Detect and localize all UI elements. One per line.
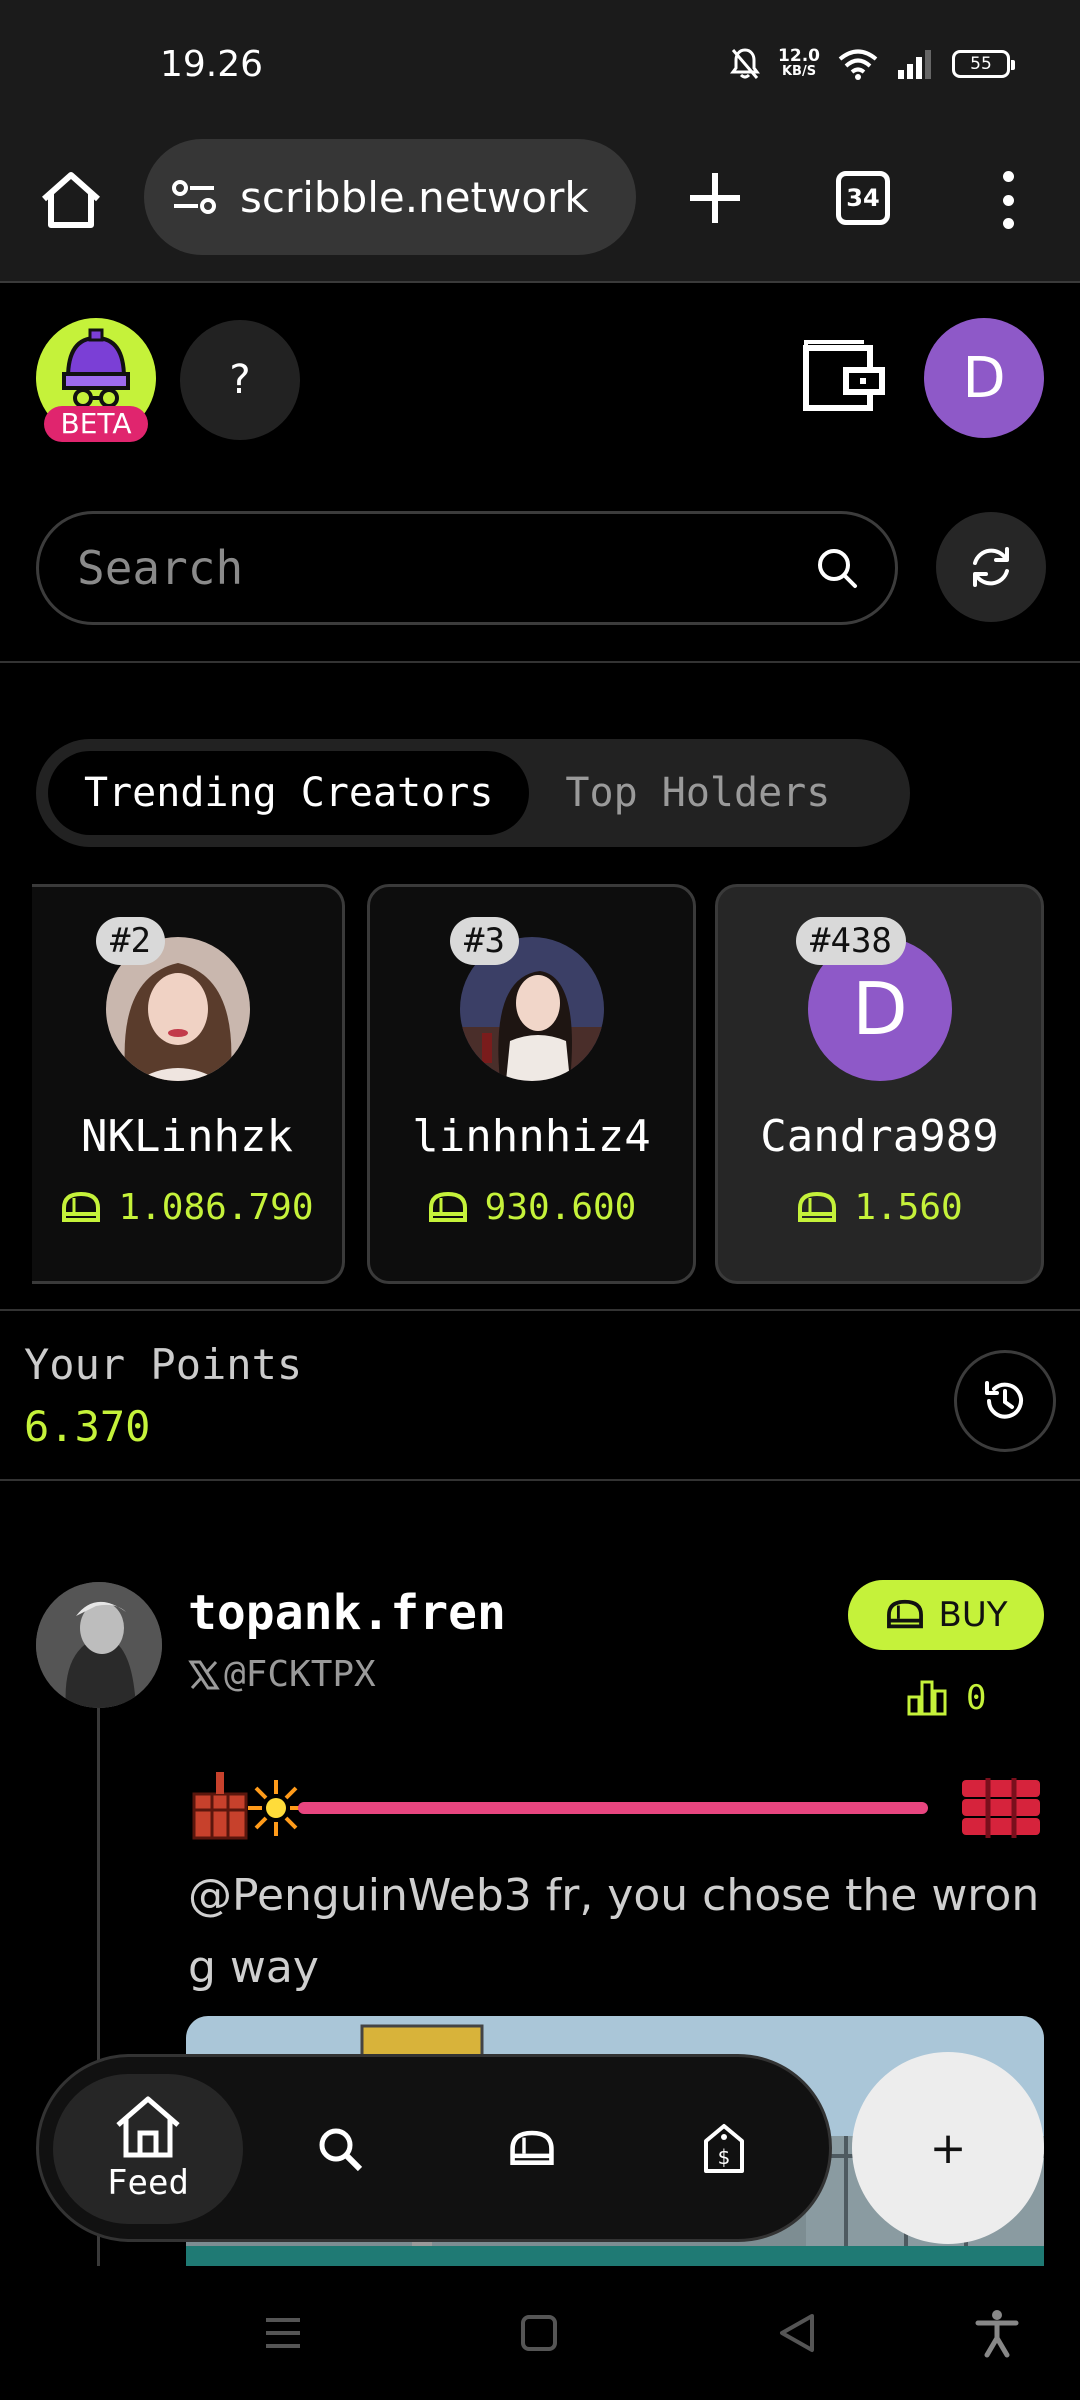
recents-icon[interactable]	[258, 2308, 308, 2358]
divider	[0, 1309, 1080, 1311]
buy-label: BUY	[938, 1595, 1008, 1635]
post-text: @PenguinWeb3 fr, you chose the wrong way	[188, 1870, 1040, 1993]
points-history-button[interactable]	[954, 1350, 1056, 1452]
rank-badge: #3	[450, 917, 519, 965]
wallet-icon[interactable]	[800, 338, 890, 418]
browser-menu-icon[interactable]	[990, 165, 1026, 235]
url-text: scribble.network	[240, 172, 589, 222]
signal-icon	[898, 50, 931, 79]
search-icon[interactable]	[815, 546, 859, 590]
home-button-icon[interactable]	[514, 2308, 564, 2358]
your-points-label: Your Points	[24, 1340, 303, 1389]
beta-badge: BETA	[44, 406, 148, 442]
network-speed-value: 12.0	[778, 46, 820, 66]
creator-points: 1.560	[718, 1187, 1041, 1228]
back-icon[interactable]	[772, 2308, 822, 2358]
tab-top-holders[interactable]: Top Holders	[529, 751, 866, 835]
status-time: 19.26	[160, 44, 264, 85]
holders-count: 0	[906, 1678, 986, 1718]
status-bar: 19.26 12.0 KB/S 55	[0, 0, 1080, 135]
post-author-name[interactable]: topank.fren	[188, 1585, 506, 1641]
beanie-icon	[886, 1599, 923, 1629]
help-button[interactable]: ?	[180, 320, 300, 440]
nav-rewards[interactable]: $	[629, 2074, 819, 2224]
tab-group: Trending Creators Top Holders	[36, 739, 910, 847]
home-icon[interactable]	[36, 165, 106, 235]
history-icon	[985, 1381, 1023, 1419]
refresh-button[interactable]	[936, 512, 1046, 622]
post-handle[interactable]: @FCKTPX	[188, 1654, 376, 1695]
creator-points: 930.600	[370, 1187, 693, 1228]
beanie-icon	[798, 1191, 837, 1222]
creator-cards: #2 NKLinhzk 1.086.790 #3 linhnhiz4 930.6…	[32, 884, 1044, 1284]
divider	[0, 1479, 1080, 1481]
bell-muted-icon	[730, 48, 761, 79]
creator-card[interactable]: #3 linhnhiz4 930.600	[367, 884, 696, 1284]
creator-name: NKLinhzk	[81, 1111, 293, 1162]
beanie-icon	[428, 1191, 467, 1222]
beanie-icon	[62, 1191, 101, 1222]
tab-switcher-button[interactable]: 34	[836, 171, 890, 225]
fuse-timer	[188, 1766, 1044, 1850]
search-icon	[319, 2128, 363, 2172]
wifi-icon	[838, 49, 878, 80]
accessibility-icon[interactable]	[972, 2308, 1022, 2358]
buy-button[interactable]: BUY	[848, 1580, 1044, 1650]
search-box	[36, 511, 898, 625]
creator-points-value: 1.560	[854, 1187, 963, 1228]
spark-icon	[248, 1780, 304, 1836]
nav-explore[interactable]	[245, 2074, 435, 2224]
post-handle-text: @FCKTPX	[224, 1654, 376, 1695]
address-bar[interactable]: scribble.network	[144, 139, 636, 255]
search-input[interactable]	[77, 541, 815, 595]
network-speed-unit: KB/S	[781, 64, 817, 79]
beanie-icon	[510, 2130, 554, 2165]
nav-holdings[interactable]	[437, 2074, 627, 2224]
creator-name: Candra989	[760, 1111, 999, 1162]
fuse-progress-bar	[298, 1802, 928, 1814]
app-logo[interactable]: BETA	[36, 318, 156, 442]
dynamite-icon	[192, 1772, 248, 1840]
creator-name: linhnhiz4	[412, 1111, 651, 1162]
bar-chart-icon	[907, 1680, 947, 1716]
x-logo-icon	[188, 1660, 220, 1689]
creator-points: 1.086.790	[32, 1187, 342, 1228]
new-tab-icon[interactable]	[680, 163, 750, 233]
nav-feed[interactable]: Feed	[53, 2074, 243, 2224]
rank-badge: #438	[796, 917, 906, 965]
browser-toolbar: scribble.network 34	[0, 135, 1080, 283]
creator-points-value: 930.600	[484, 1187, 637, 1228]
holders-count-value: 0	[966, 1678, 987, 1718]
battery-indicator: 55	[952, 50, 1015, 78]
rank-badge: #2	[96, 917, 165, 965]
site-settings-icon[interactable]	[170, 177, 218, 217]
home-icon	[116, 2096, 180, 2158]
system-nav-bar	[0, 2266, 1080, 2400]
network-speed: 12.0 KB/S	[778, 48, 820, 80]
price-tag-icon: $	[704, 2124, 744, 2173]
creator-card[interactable]: #2 NKLinhzk 1.086.790	[32, 884, 345, 1284]
divider	[0, 661, 1080, 663]
svg-text:$: $	[718, 2145, 731, 2169]
status-icons: 12.0 KB/S 55	[730, 44, 1015, 84]
bottom-nav: Feed $	[36, 2054, 832, 2242]
post-author-avatar[interactable]	[36, 1582, 162, 1708]
nav-feed-label: Feed	[107, 2163, 189, 2203]
creator-card-self[interactable]: D #438 Candra989 1.560	[715, 884, 1044, 1284]
dynamite-bundle-icon	[962, 1778, 1040, 1838]
refresh-icon	[973, 547, 1009, 587]
create-post-button[interactable]: +	[852, 2052, 1044, 2244]
your-points-value: 6.370	[24, 1402, 151, 1451]
user-avatar[interactable]: D	[924, 318, 1044, 438]
creator-points-value: 1.086.790	[118, 1187, 314, 1228]
tab-trending-creators[interactable]: Trending Creators	[48, 751, 530, 835]
